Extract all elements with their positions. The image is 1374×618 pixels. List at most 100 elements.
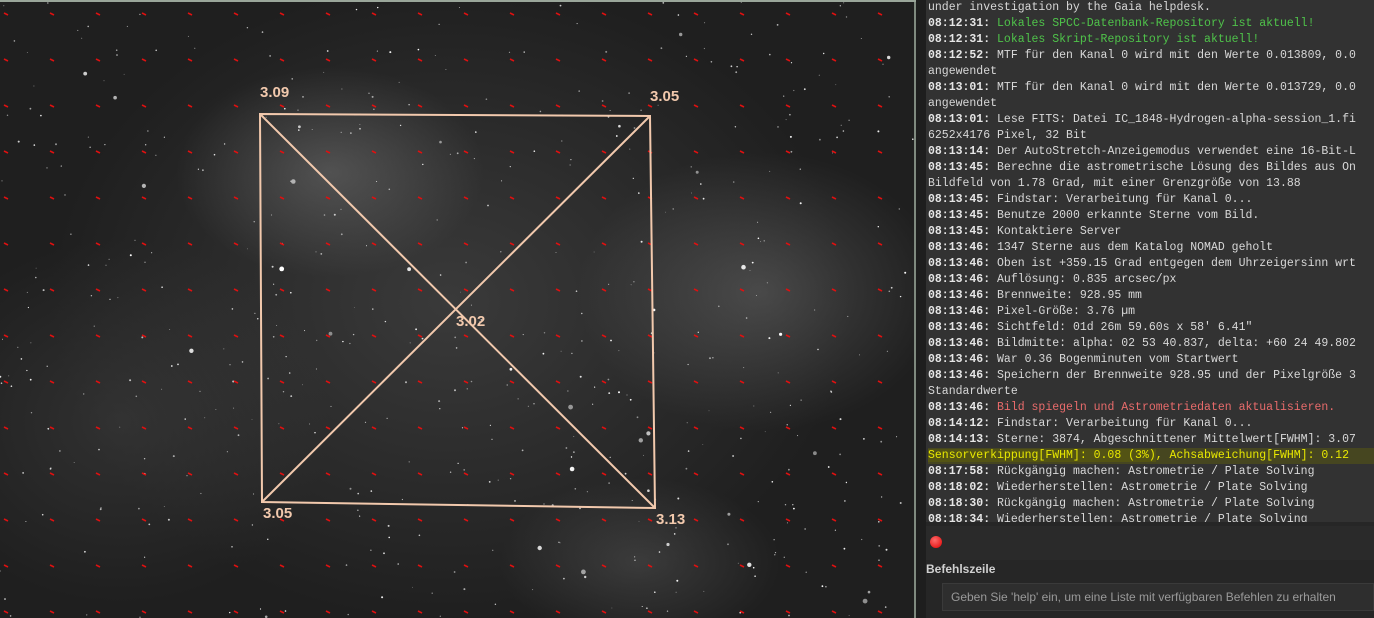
log-timestamp: 08:18:34: bbox=[928, 513, 991, 522]
log-timestamp: 08:13:01: bbox=[928, 81, 991, 94]
log-line: 08:13:46: Oben ist +359.15 Grad entgegen… bbox=[928, 256, 1374, 272]
log-timestamp: 08:12:31: bbox=[928, 17, 991, 30]
log-timestamp: 08:13:46: bbox=[928, 353, 991, 366]
log-timestamp: 08:13:46: bbox=[928, 369, 991, 382]
log-message: , Achsabweichung[FWHM]: 0.12 bbox=[1155, 449, 1349, 462]
log-line: 08:13:46: War 0.36 Bogenminuten vom Star… bbox=[928, 352, 1374, 368]
log-line: 08:13:45: Benutze 2000 erkannte Sterne v… bbox=[928, 208, 1374, 224]
log-line: 08:14:13: Sterne: 3874, Abgeschnittener … bbox=[928, 432, 1374, 448]
command-line-label: Befehlszeile bbox=[926, 562, 996, 576]
log-timestamp: 08:12:52: bbox=[928, 49, 991, 62]
log-timestamp: 08:18:02: bbox=[928, 481, 991, 494]
log-line: Sensorverkippung[FWHM]: 0.08 (3%), Achsa… bbox=[928, 448, 1374, 464]
log-timestamp: 08:18:30: bbox=[928, 497, 991, 510]
log-line: Bildfeld von 1.78 Grad, mit einer Grenzg… bbox=[928, 176, 1374, 192]
log-message: Bild spiegeln und Astrometriedaten aktua… bbox=[990, 401, 1336, 414]
log-message: Pixel-Größe: 3.76 µm bbox=[990, 305, 1136, 318]
log-message: Findstar: Verarbeitung für Kanal 0... bbox=[990, 417, 1253, 430]
log-message: Brennweite: 928.95 mm bbox=[990, 289, 1142, 302]
star-field bbox=[0, 2, 916, 618]
tilt-value-top-left: 3.09 bbox=[260, 84, 290, 101]
log-message: Berechne die astrometrische Lösung des B… bbox=[990, 161, 1356, 174]
log-line: 08:12:31: Lokales SPCC-Datenbank-Reposit… bbox=[928, 16, 1374, 32]
log-timestamp: 08:12:31: bbox=[928, 33, 991, 46]
log-line: 08:13:46: Bild spiegeln und Astrometried… bbox=[928, 400, 1374, 416]
log-message: Kontaktiere Server bbox=[990, 225, 1122, 238]
log-line: angewendet bbox=[928, 64, 1374, 80]
log-timestamp: 08:13:46: bbox=[928, 289, 991, 302]
log-line: 08:13:46: Sichtfeld: 01d 26m 59.60s x 58… bbox=[928, 320, 1374, 336]
log-timestamp: 08:13:45: bbox=[928, 209, 991, 222]
log-line: 6252x4176 Pixel, 32 Bit bbox=[928, 128, 1374, 144]
log-line: angewendet bbox=[928, 96, 1374, 112]
log-timestamp: 08:14:12: bbox=[928, 417, 991, 430]
sensor-tilt-markers bbox=[3, 12, 883, 614]
log-line: 08:13:46: Auflösung: 0.835 arcsec/px bbox=[928, 272, 1374, 288]
log-message: Der AutoStretch-Anzeigemodus verwendet e… bbox=[990, 145, 1356, 158]
log-timestamp: 08:13:45: bbox=[928, 161, 991, 174]
log-message: MTF für den Kanal 0 wird mit den Werte 0… bbox=[990, 81, 1356, 94]
log-line: 08:13:46: 1347 Sterne aus dem Katalog NO… bbox=[928, 240, 1374, 256]
log-timestamp: 08:13:46: bbox=[928, 305, 991, 318]
tilt-value-top-right: 3.05 bbox=[650, 88, 680, 105]
image-view[interactable]: 3.09 3.05 3.02 3.05 3.13 bbox=[0, 0, 916, 618]
log-message: Lokales Skript-Repository ist aktuell! bbox=[990, 33, 1260, 46]
log-message: 6252x4176 Pixel, 32 Bit bbox=[928, 129, 1087, 142]
log-line: 08:17:58: Rückgängig machen: Astrometrie… bbox=[928, 464, 1374, 480]
log-message: Oben ist +359.15 Grad entgegen dem Uhrze… bbox=[990, 257, 1356, 270]
log-message: Bildfeld von 1.78 Grad, mit einer Grenzg… bbox=[928, 177, 1301, 190]
log-line: 08:13:14: Der AutoStretch-Anzeigemodus v… bbox=[928, 144, 1374, 160]
log-message: angewendet bbox=[928, 97, 998, 110]
log-timestamp: 08:13:46: bbox=[928, 401, 991, 414]
log-message: War 0.36 Bogenminuten vom Startwert bbox=[990, 353, 1239, 366]
log-message: Auflösung: 0.835 arcsec/px bbox=[990, 273, 1177, 286]
log-timestamp: 08:13:45: bbox=[928, 193, 991, 206]
log-message: Wiederherstellen: Astrometrie / Plate So… bbox=[990, 513, 1308, 522]
log-highlight: Sensorverkippung[FWHM]: 0.08 (3%) bbox=[928, 449, 1156, 462]
log-message: MTF für den Kanal 0 wird mit den Werte 0… bbox=[990, 49, 1356, 62]
log-timestamp: 08:14:13: bbox=[928, 433, 991, 446]
log-line: 08:13:46: Speichern der Brennweite 928.9… bbox=[928, 368, 1374, 384]
log-timestamp: 08:13:14: bbox=[928, 145, 991, 158]
log-message: under investigation by the Gaia helpdesk… bbox=[928, 1, 1211, 14]
image-overlay bbox=[0, 2, 916, 618]
log-message: Speichern der Brennweite 928.95 und der … bbox=[990, 369, 1356, 382]
log-message: Rückgängig machen: Astrometrie / Plate S… bbox=[990, 497, 1315, 510]
log-timestamp: 08:17:58: bbox=[928, 465, 991, 478]
status-row bbox=[926, 526, 1374, 560]
log-line: 08:13:45: Findstar: Verarbeitung für Kan… bbox=[928, 192, 1374, 208]
log-timestamp: 08:13:46: bbox=[928, 257, 991, 270]
status-indicator-icon bbox=[930, 536, 942, 548]
log-line: 08:18:02: Wiederherstellen: Astrometrie … bbox=[928, 480, 1374, 496]
log-output[interactable]: under investigation by the Gaia helpdesk… bbox=[926, 0, 1374, 522]
tilt-value-bottom-right: 3.13 bbox=[656, 511, 686, 528]
tilt-diagonal bbox=[259, 113, 656, 509]
log-line: under investigation by the Gaia helpdesk… bbox=[928, 0, 1374, 16]
log-line: 08:13:46: Brennweite: 928.95 mm bbox=[928, 288, 1374, 304]
console-panel: under investigation by the Gaia helpdesk… bbox=[916, 0, 1374, 618]
log-message: Bildmitte: alpha: 02 53 40.837, delta: +… bbox=[990, 337, 1356, 350]
tilt-value-center: 3.02 bbox=[456, 313, 486, 330]
log-timestamp: 08:13:45: bbox=[928, 225, 991, 238]
log-line: 08:14:12: Findstar: Verarbeitung für Kan… bbox=[928, 416, 1374, 432]
log-message: Benutze 2000 erkannte Sterne vom Bild. bbox=[990, 209, 1260, 222]
log-message: Sichtfeld: 01d 26m 59.60s x 58' 6.41" bbox=[990, 321, 1253, 334]
log-message: Wiederherstellen: Astrometrie / Plate So… bbox=[990, 481, 1308, 494]
command-input[interactable] bbox=[942, 583, 1374, 611]
log-message: Lokales SPCC-Datenbank-Repository ist ak… bbox=[990, 17, 1315, 30]
log-line: 08:13:46: Bildmitte: alpha: 02 53 40.837… bbox=[928, 336, 1374, 352]
log-line: 08:13:01: MTF für den Kanal 0 wird mit d… bbox=[928, 80, 1374, 96]
log-message: Rückgängig machen: Astrometrie / Plate S… bbox=[990, 465, 1315, 478]
log-message: 1347 Sterne aus dem Katalog NOMAD geholt bbox=[990, 241, 1274, 254]
log-line: 08:13:01: Lese FITS: Datei IC_1848-Hydro… bbox=[928, 112, 1374, 128]
log-line: 08:12:31: Lokales Skript-Repository ist … bbox=[928, 32, 1374, 48]
log-line: 08:18:34: Wiederherstellen: Astrometrie … bbox=[928, 512, 1374, 522]
log-timestamp: 08:13:01: bbox=[928, 113, 991, 126]
log-message: Findstar: Verarbeitung für Kanal 0... bbox=[990, 193, 1253, 206]
log-timestamp: 08:13:46: bbox=[928, 337, 991, 350]
log-message: angewendet bbox=[928, 65, 998, 78]
log-line: 08:13:45: Berechne die astrometrische Lö… bbox=[928, 160, 1374, 176]
log-line: 08:13:46: Pixel-Größe: 3.76 µm bbox=[928, 304, 1374, 320]
log-timestamp: 08:13:46: bbox=[928, 273, 991, 286]
log-message: Lese FITS: Datei IC_1848-Hydrogen-alpha-… bbox=[990, 113, 1356, 126]
